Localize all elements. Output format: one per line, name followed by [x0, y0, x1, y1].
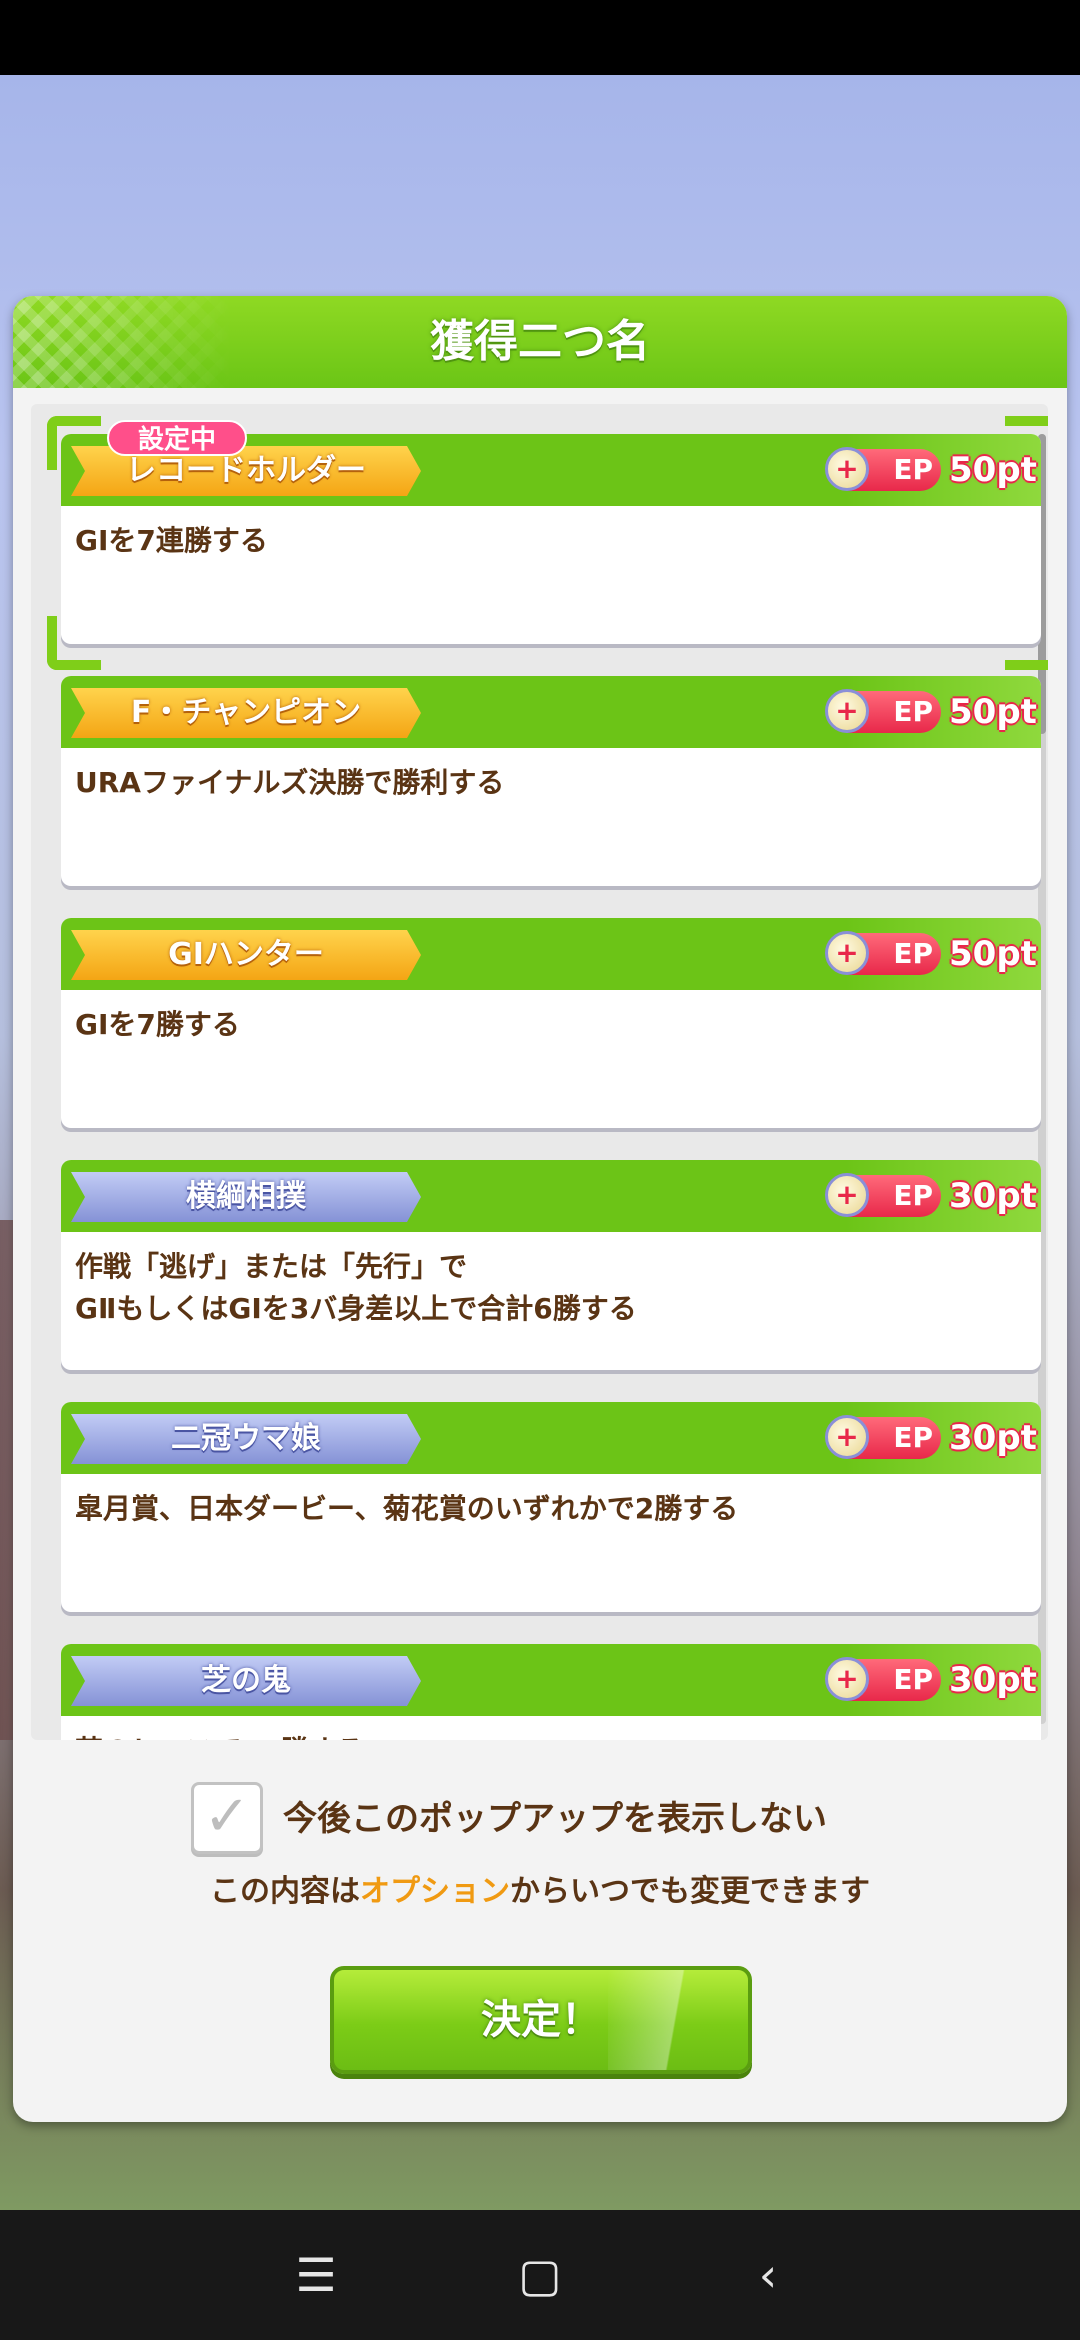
system-nav-bar: ☰ ▢ ‹: [0, 2210, 1080, 2340]
options-hint: この内容はオプションからいつでも変更できます: [210, 1874, 870, 1909]
ep-points: 50pt: [949, 934, 1037, 974]
card-header: 二冠ウマ娘 + EP 30pt: [61, 1402, 1041, 1474]
ep-points: 50pt: [949, 692, 1037, 732]
button-sheen: [608, 1970, 748, 2070]
title-card-f-champion[interactable]: F・チャンピオン + EP 50pt URAファイナルズ決勝で勝利する: [61, 676, 1041, 886]
title-description: GⅠを7連勝する: [75, 524, 268, 557]
title-description: 皐月賞、日本ダービー、菊花賞のいずれかで2勝する: [75, 1492, 739, 1525]
ep-badge: + EP: [825, 931, 941, 975]
title-name-ribbon: 芝の鬼: [71, 1656, 421, 1706]
card-header: GⅠハンター + EP 50pt: [61, 918, 1041, 990]
ep-coin-icon: +: [825, 1657, 869, 1701]
confirm-button-label: 決定！: [481, 1997, 601, 2043]
title-name-ribbon: F・チャンピオン: [71, 688, 421, 738]
title-description: GⅠを7勝する: [75, 1008, 240, 1041]
ep-coin-icon: +: [825, 931, 869, 975]
ep-points: 30pt: [949, 1176, 1037, 1216]
ep-points: 30pt: [949, 1418, 1037, 1458]
title-description: URAファイナルズ決勝で勝利する: [75, 766, 505, 799]
title-card-record-holder[interactable]: レコードホルダー + EP 50pt GⅠを7連勝する: [61, 434, 1041, 644]
menu-icon[interactable]: ☰: [256, 2210, 376, 2340]
options-link: オプション: [360, 1874, 510, 1909]
ep-badge: + EP: [825, 1173, 941, 1217]
dont-show-again-checkbox[interactable]: ✓: [191, 1782, 263, 1854]
ep-coin-icon: +: [825, 1415, 869, 1459]
title-card-turf-demon[interactable]: 芝の鬼 +EP 30pt 芝のレースで15勝する: [61, 1644, 1041, 1740]
ep-badge: + EP: [825, 447, 941, 491]
confirm-button[interactable]: 決定！: [330, 1966, 752, 2074]
title-card-g1-hunter[interactable]: GⅠハンター + EP 50pt GⅠを7勝する: [61, 918, 1041, 1128]
title-card-two-crown[interactable]: 二冠ウマ娘 + EP 30pt 皐月賞、日本ダービー、菊花賞のいずれかで2勝する: [61, 1402, 1041, 1612]
dont-show-again-label[interactable]: 今後このポップアップを表示しない: [283, 1794, 983, 1844]
ep-coin-icon: +: [825, 1173, 869, 1217]
title-name-ribbon: レコードホルダー: [71, 446, 421, 496]
card-header: レコードホルダー + EP 50pt: [61, 434, 1041, 506]
ep-badge: + EP: [825, 1657, 941, 1701]
title-popup: 獲得二つ名 レコードホルダー + EP 50pt GⅠを7連勝する 設定中 F・チ…: [13, 296, 1067, 2122]
title-name-ribbon: 横綱相撲: [71, 1172, 421, 1222]
ep-badge: + EP: [825, 1415, 941, 1459]
ep-points: 30pt: [949, 1660, 1037, 1700]
popup-header: 獲得二つ名: [13, 296, 1067, 388]
title-description: 芝のレースで15勝する: [75, 1730, 1025, 1740]
title-name-ribbon: GⅠハンター: [71, 930, 421, 980]
popup-title: 獲得二つ名: [430, 316, 650, 367]
card-header: 横綱相撲 + EP 30pt: [61, 1160, 1041, 1232]
status-bar: [0, 0, 1080, 75]
title-list[interactable]: レコードホルダー + EP 50pt GⅠを7連勝する 設定中 F・チャンピオン …: [31, 404, 1048, 1740]
ep-coin-icon: +: [825, 689, 869, 733]
ep-coin-icon: +: [825, 447, 869, 491]
popup-footer: ✓ 今後このポップアップを表示しない この内容はオプションからいつでも変更できま…: [13, 1746, 1067, 2122]
card-header: 芝の鬼 + EP 30pt: [61, 1644, 1041, 1716]
ep-badge: + EP: [825, 689, 941, 733]
home-icon[interactable]: ▢: [480, 2210, 600, 2340]
card-header: F・チャンピオン + EP 50pt: [61, 676, 1041, 748]
title-card-yokozuna[interactable]: 横綱相撲 + EP 30pt 作戦「逃げ」または「先行」で GⅡもしくはGⅠを3バ…: [61, 1160, 1041, 1370]
title-description: 作戦「逃げ」または「先行」で GⅡもしくはGⅠを3バ身差以上で合計6勝する: [75, 1250, 637, 1325]
title-name-ribbon: 二冠ウマ娘: [71, 1414, 421, 1464]
back-icon[interactable]: ‹: [708, 2210, 828, 2340]
ep-points: 50pt: [949, 450, 1037, 490]
